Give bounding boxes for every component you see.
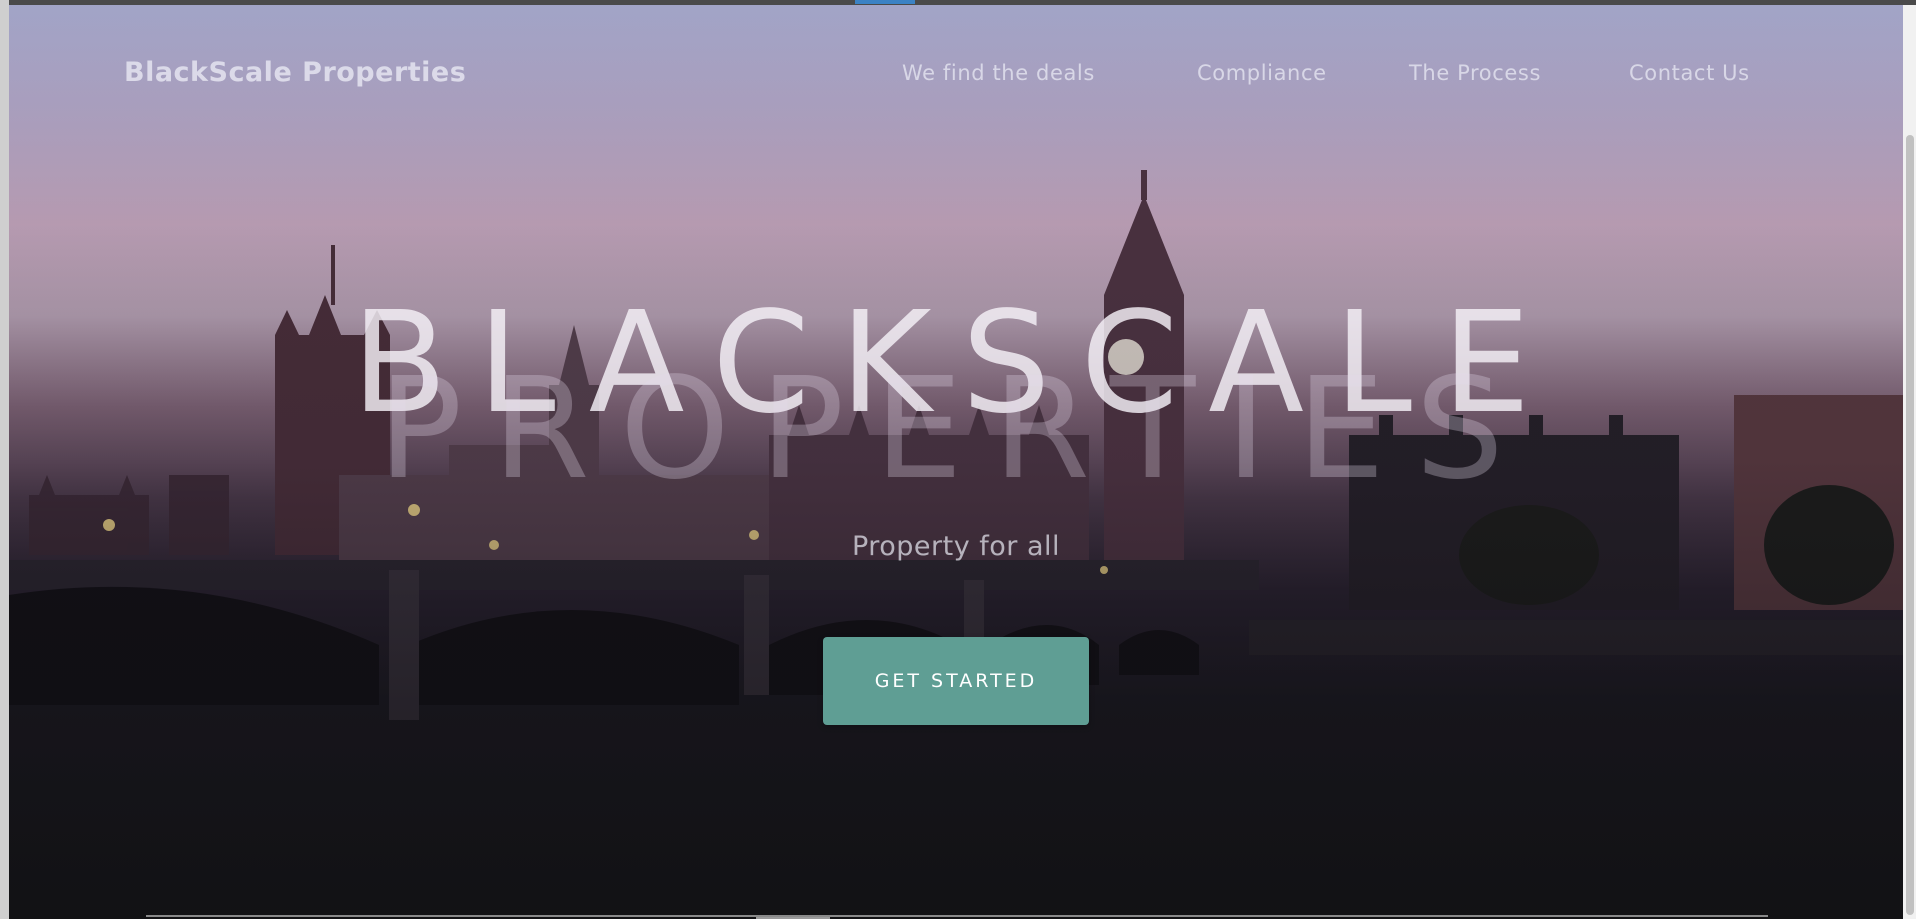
page-viewport: BlackScale Properties We find the deals … [9, 5, 1903, 919]
nav-link-compliance[interactable]: Compliance [1197, 61, 1327, 85]
scrollbar-thumb[interactable] [1906, 135, 1914, 915]
window-left-edge [0, 0, 9, 919]
get-started-button[interactable]: GET STARTED [823, 637, 1089, 725]
browser-window: BlackScale Properties We find the deals … [0, 0, 1916, 919]
brand-logo-text[interactable]: BlackScale Properties [124, 57, 466, 88]
nav-link-we-find-the-deals[interactable]: We find the deals [902, 61, 1095, 85]
site-header: BlackScale Properties We find the deals … [9, 5, 1903, 145]
hero-tagline: Property for all [851, 531, 1061, 562]
active-tab-indicator [855, 0, 915, 4]
nav-link-the-process[interactable]: The Process [1409, 61, 1541, 85]
nav-link-contact-us[interactable]: Contact Us [1629, 61, 1750, 85]
vertical-scrollbar[interactable] [1903, 5, 1916, 919]
horizontal-divider [146, 915, 1768, 919]
hero-title-line-2: PROPERTIES [378, 348, 1534, 511]
